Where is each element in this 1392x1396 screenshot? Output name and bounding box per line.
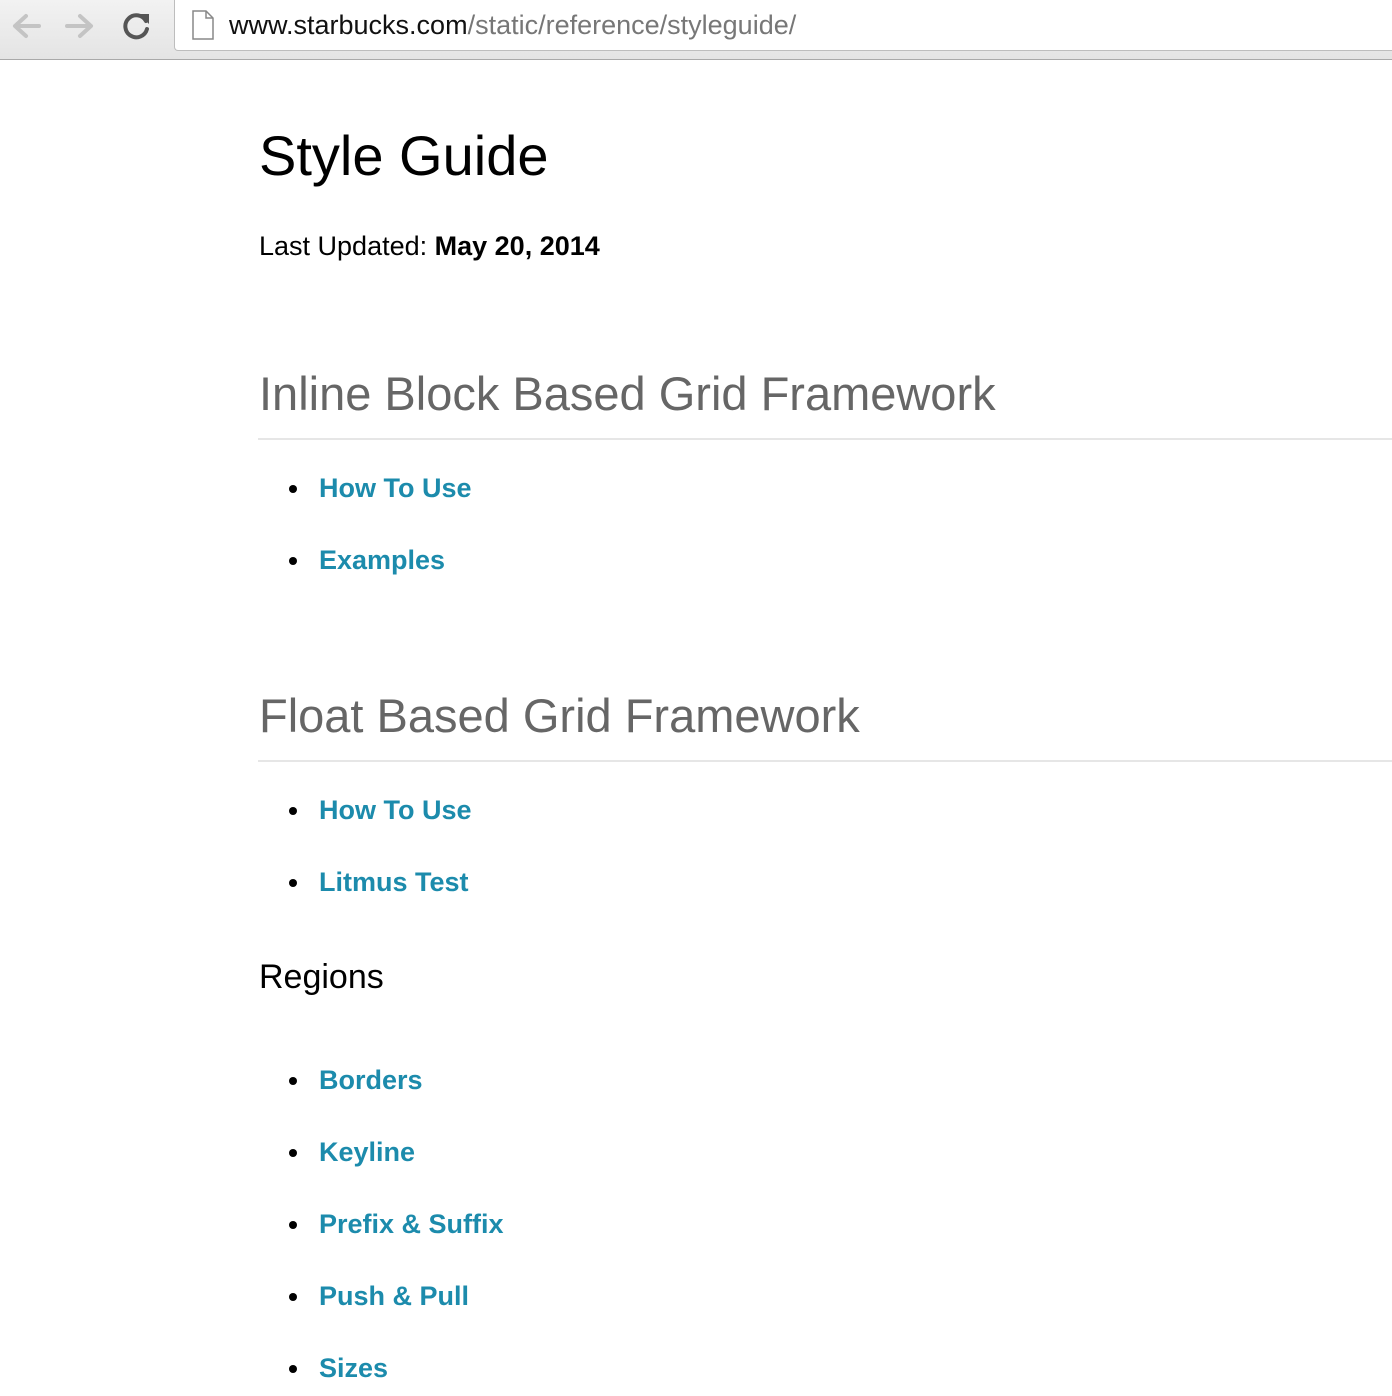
url-path: /static/reference/styleguide/	[467, 10, 797, 40]
link-borders[interactable]: Borders	[319, 1062, 423, 1098]
reload-icon	[123, 13, 149, 40]
page-icon	[192, 10, 214, 40]
bullet	[289, 1293, 297, 1301]
forward-button[interactable]	[60, 6, 100, 46]
link-litmus-test[interactable]: Litmus Test	[319, 864, 469, 900]
last-updated: Last Updated: May 20, 2014	[259, 229, 600, 263]
last-updated-date: May 20, 2014	[434, 231, 600, 261]
back-button[interactable]	[6, 6, 46, 46]
bullet	[289, 1365, 297, 1373]
last-updated-label: Last Updated:	[259, 231, 428, 261]
link-push-pull[interactable]: Push & Pull	[319, 1278, 469, 1314]
url-text[interactable]: www.starbucks.com/static/reference/style…	[229, 9, 796, 41]
link-how-to-use[interactable]: How To Use	[319, 470, 472, 506]
section-divider	[258, 438, 1392, 440]
bullet	[289, 1077, 297, 1085]
section-title-float: Float Based Grid Framework	[259, 689, 860, 742]
bullet	[289, 1149, 297, 1157]
address-bar[interactable]: www.starbucks.com/static/reference/style…	[174, 0, 1392, 51]
reload-button[interactable]	[117, 6, 157, 46]
bullet	[289, 879, 297, 887]
link-examples[interactable]: Examples	[319, 542, 445, 578]
browser-toolbar: www.starbucks.com/static/reference/style…	[0, 0, 1392, 60]
bullet	[289, 1221, 297, 1229]
forward-arrow-icon	[65, 14, 93, 38]
link-sizes[interactable]: Sizes	[319, 1350, 388, 1386]
bullet	[289, 557, 297, 565]
link-keyline[interactable]: Keyline	[319, 1134, 415, 1170]
url-domain: www.starbucks.com	[229, 10, 468, 40]
bullet	[289, 807, 297, 815]
page-title: Style Guide	[259, 124, 549, 187]
bullet	[289, 485, 297, 493]
subsection-title-regions: Regions	[259, 958, 384, 996]
back-arrow-icon	[13, 14, 41, 38]
section-title-inline-block: Inline Block Based Grid Framework	[259, 367, 996, 420]
link-prefix-suffix[interactable]: Prefix & Suffix	[319, 1206, 504, 1242]
link-how-to-use-float[interactable]: How To Use	[319, 792, 472, 828]
section-divider	[258, 760, 1392, 762]
